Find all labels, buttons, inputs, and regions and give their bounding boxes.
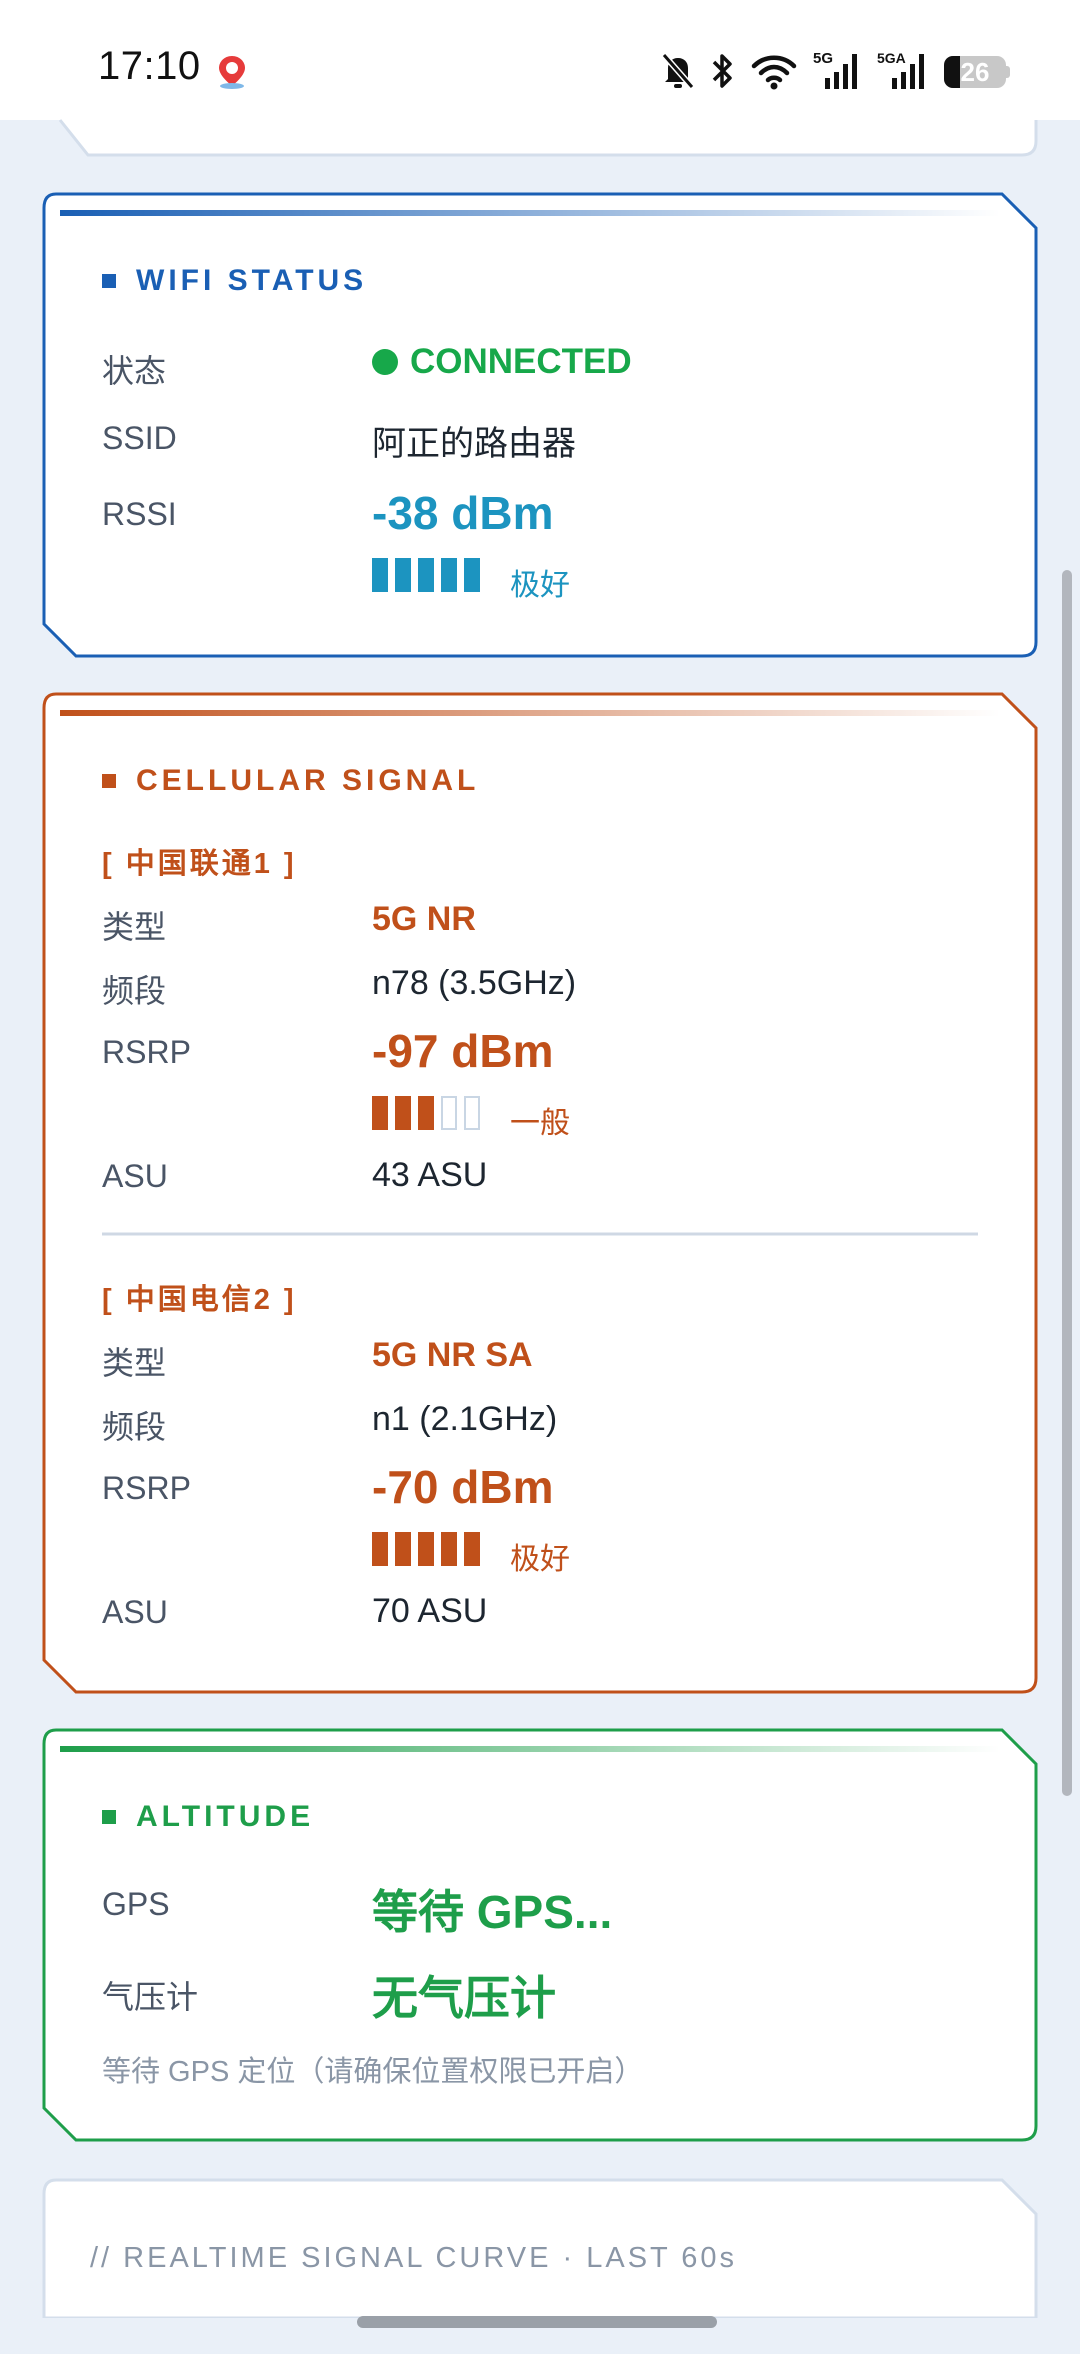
signal-bar xyxy=(441,1532,457,1566)
signal-bar xyxy=(395,1096,411,1130)
title-square-icon xyxy=(102,774,116,788)
altitude-title-text: ALTITUDE xyxy=(136,1800,315,1833)
wifi-quality-label: 极好 xyxy=(510,569,570,602)
wifi-card-title: WIFI STATUS xyxy=(102,264,367,298)
sim2-rsrp-value: -70 dBm xyxy=(372,1461,554,1513)
gps-hint-note: 等待 GPS 定位（请确保位置权限已开启） xyxy=(102,2056,644,2088)
sim2-rsrp-label: RSRP xyxy=(102,1470,191,1506)
signal-bar xyxy=(464,558,480,592)
cellular-card-title: CELLULAR SIGNAL xyxy=(102,764,479,798)
sim2-header: [ 中国电信2 ] xyxy=(102,1284,297,1316)
signal-bar xyxy=(464,1532,480,1566)
sim2-signal-bars xyxy=(372,1532,480,1566)
signal-bar xyxy=(372,1096,388,1130)
sim2-band-value: n1 (2.1GHz) xyxy=(372,1400,558,1438)
sim2-type-value: 5G NR SA xyxy=(372,1336,533,1374)
connected-dot-icon xyxy=(372,349,398,375)
ssid-label: SSID xyxy=(102,420,177,456)
sim1-rsrp-label: RSRP xyxy=(102,1034,191,1070)
sim2-asu-label: ASU xyxy=(102,1594,168,1630)
wifi-signal-bars xyxy=(372,558,480,592)
signal-bar xyxy=(441,1096,457,1130)
rssi-label: RSSI xyxy=(102,496,177,532)
signal-bar xyxy=(418,1532,434,1566)
sim1-type-label: 类型 xyxy=(102,909,167,945)
signal-bar xyxy=(395,1532,411,1566)
signal-bar xyxy=(418,558,434,592)
barometer-label: 气压计 xyxy=(102,1979,199,2015)
signal-bar xyxy=(395,558,411,592)
sim1-rsrp-value: -97 dBm xyxy=(372,1025,554,1077)
wifi-status-card: WIFI STATUS 状态 CONNECTED SSID 阿正的路由器 RSS… xyxy=(42,192,1038,658)
sim1-type-value: 5G NR xyxy=(372,900,476,938)
sim1-asu-value: 43 ASU xyxy=(372,1156,488,1194)
wifi-connected-text: CONNECTED xyxy=(410,342,632,381)
scrollbar-thumb[interactable] xyxy=(1062,570,1072,1796)
signal-bar xyxy=(372,558,388,592)
sim2-asu-value: 70 ASU xyxy=(372,1592,488,1630)
cellular-title-text: CELLULAR SIGNAL xyxy=(136,764,480,797)
realtime-curve-card: // REALTIME SIGNAL CURVE · LAST 60s xyxy=(42,2178,1038,2318)
signal-bar xyxy=(418,1096,434,1130)
barometer-value: 无气压计 xyxy=(372,1972,556,2024)
sim2-band-label: 频段 xyxy=(102,1409,167,1445)
previous-card-bottom xyxy=(58,119,1038,157)
sim1-band-label: 频段 xyxy=(102,973,167,1009)
sim1-signal-bars xyxy=(372,1096,480,1130)
curve-title: // REALTIME SIGNAL CURVE · LAST 60s xyxy=(90,2242,738,2274)
ssid-value: 阿正的路由器 xyxy=(372,425,576,463)
home-indicator[interactable] xyxy=(357,2316,717,2328)
sim1-quality-label: 一般 xyxy=(510,1107,570,1140)
wifi-status-label: 状态 xyxy=(102,353,167,389)
sim2-quality-label: 极好 xyxy=(510,1543,570,1576)
sim2-type-label: 类型 xyxy=(102,1345,167,1381)
title-square-icon xyxy=(102,1810,116,1824)
wifi-title-text: WIFI STATUS xyxy=(136,264,368,297)
sim1-header: [ 中国联通1 ] xyxy=(102,848,297,880)
sim1-asu-label: ASU xyxy=(102,1158,168,1194)
gps-value: 等待 GPS... xyxy=(372,1886,613,1938)
signal-bar xyxy=(441,558,457,592)
signal-bar xyxy=(464,1096,480,1130)
cellular-signal-card: CELLULAR SIGNAL [ 中国联通1 ] 类型 5G NR 频段 n7… xyxy=(42,692,1038,1694)
signal-bar xyxy=(372,1532,388,1566)
wifi-status-value: CONNECTED xyxy=(372,342,632,382)
altitude-card: ALTITUDE GPS 等待 GPS... 气压计 无气压计 等待 GPS 定… xyxy=(42,1728,1038,2142)
altitude-card-title: ALTITUDE xyxy=(102,1800,314,1834)
title-square-icon xyxy=(102,274,116,288)
rssi-value: -38 dBm xyxy=(372,487,554,539)
gps-label: GPS xyxy=(102,1886,170,1922)
sim1-band-value: n78 (3.5GHz) xyxy=(372,964,577,1002)
